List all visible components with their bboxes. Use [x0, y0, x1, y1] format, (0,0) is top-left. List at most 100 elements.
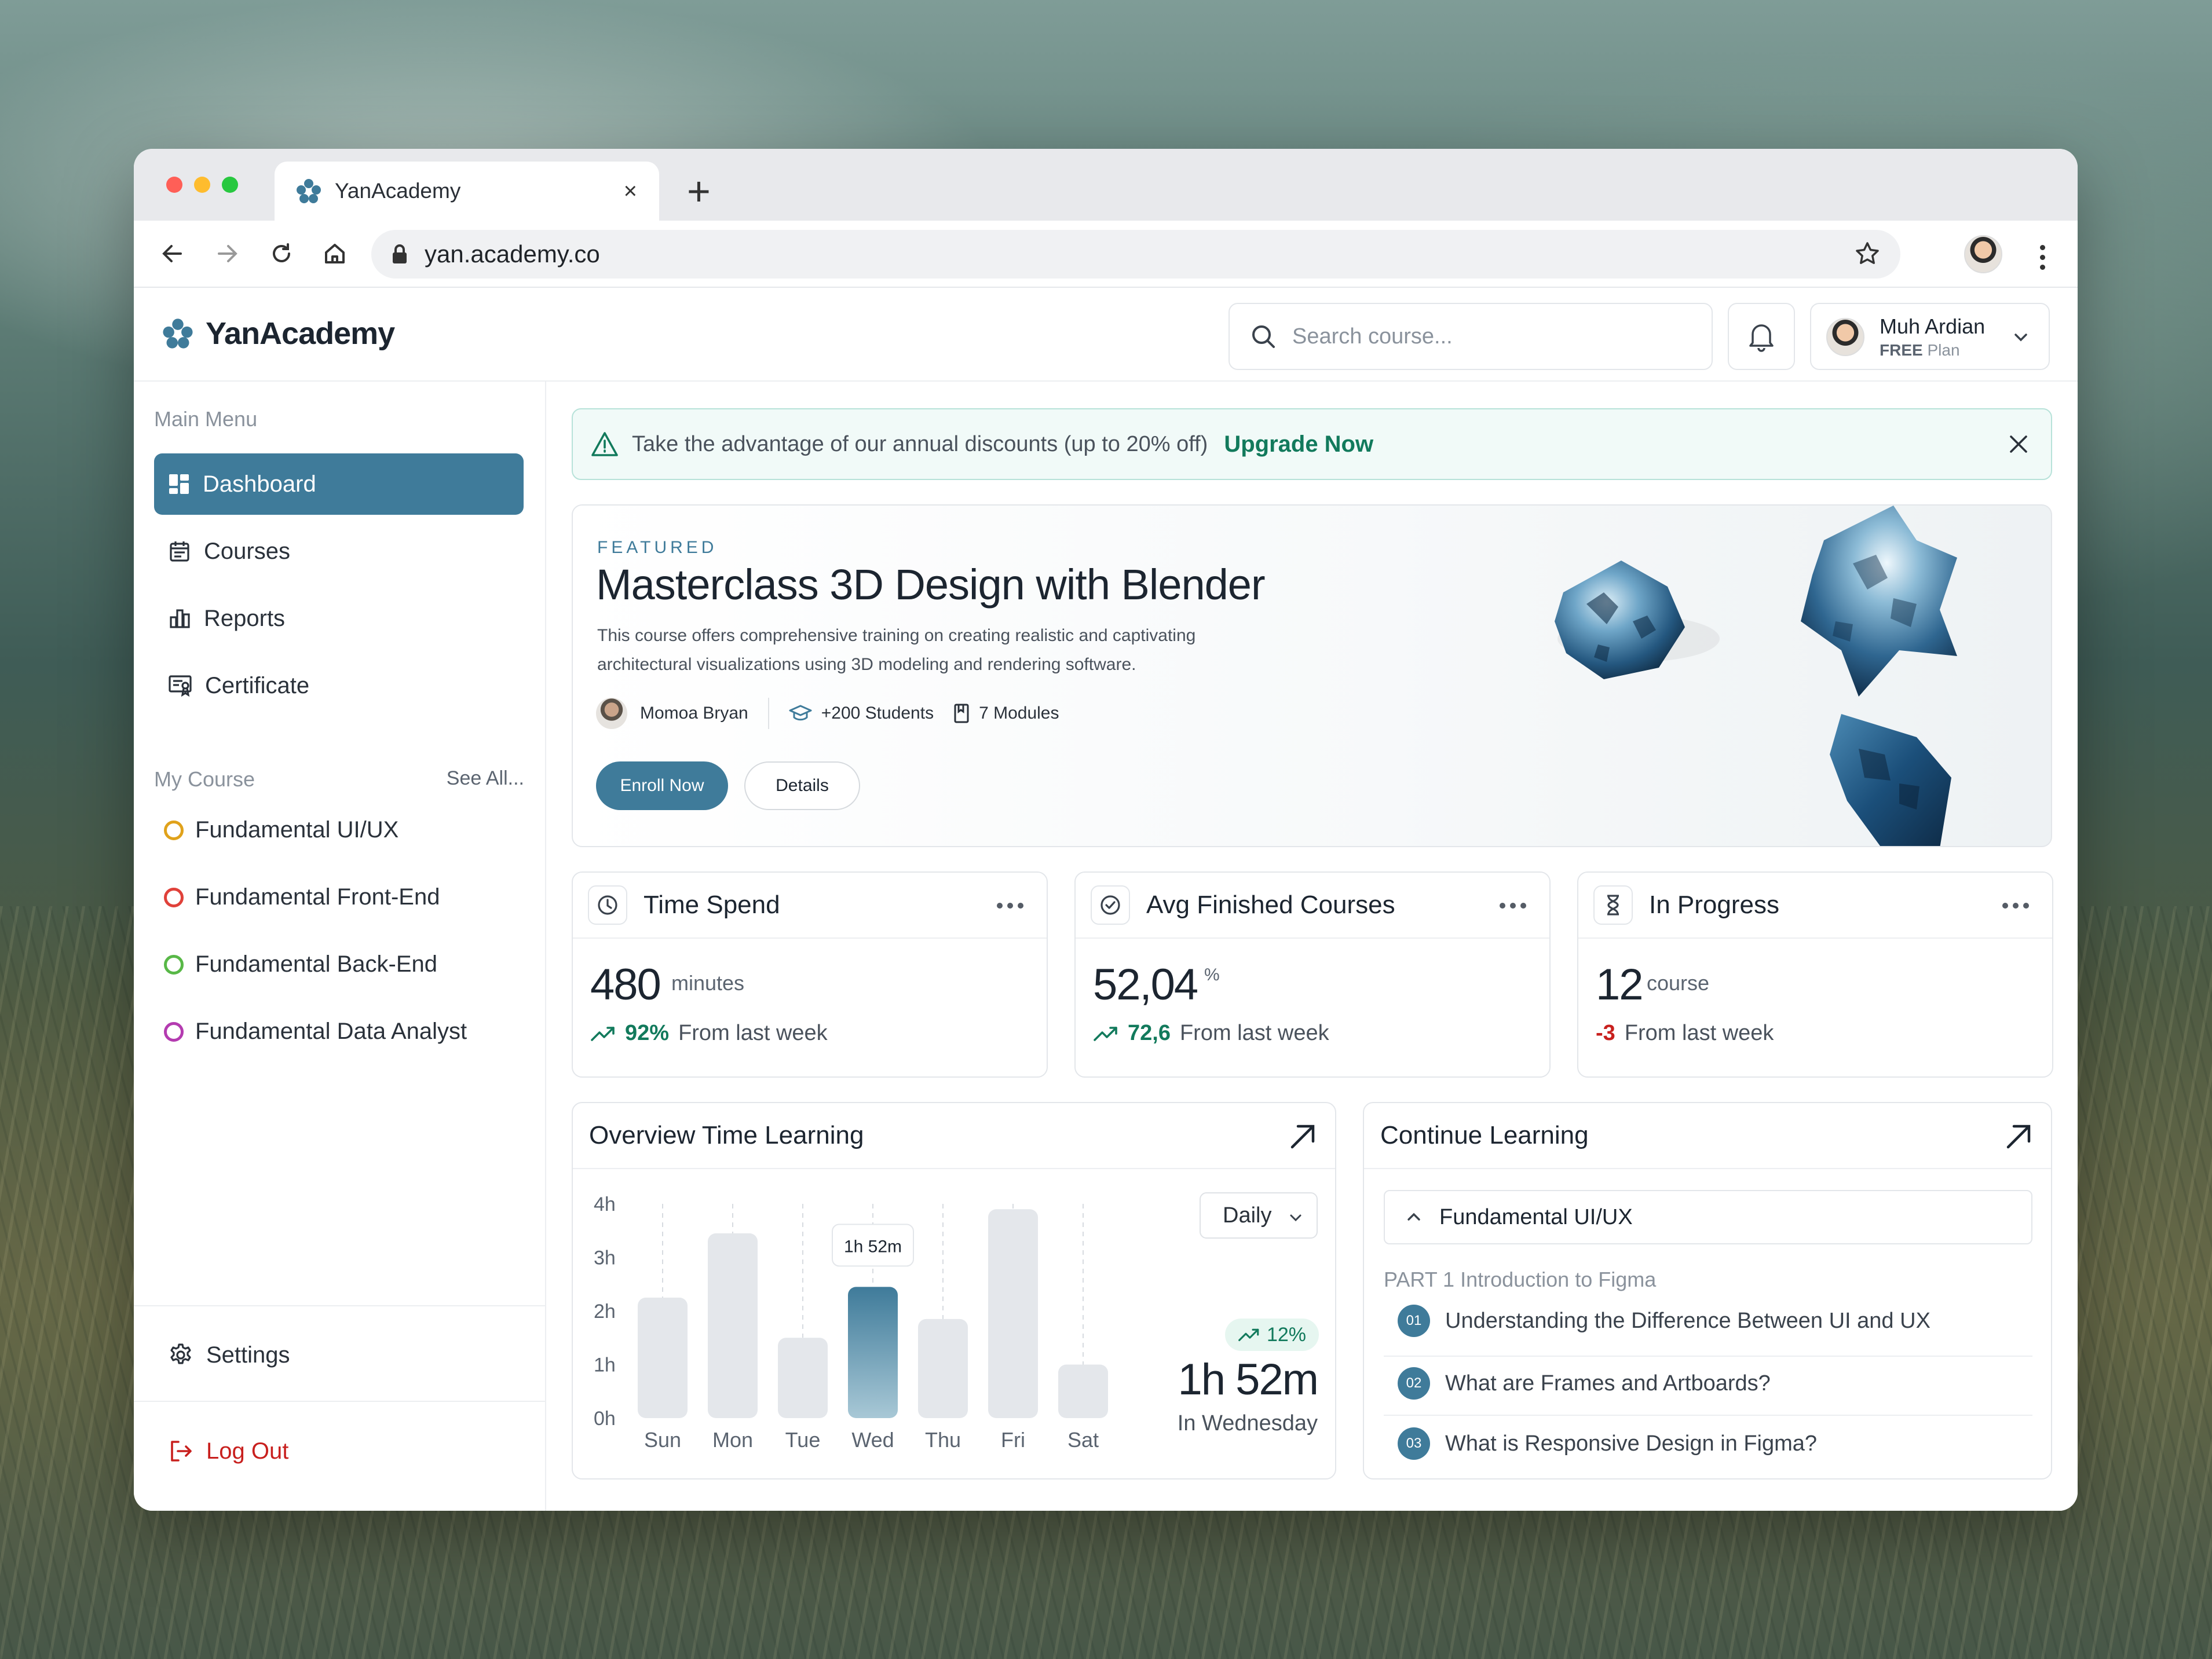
logout-button[interactable]: Log Out — [154, 1420, 524, 1482]
close-window-button[interactable] — [166, 177, 182, 193]
panel-header: Overview Time Learning — [573, 1103, 1335, 1169]
stat-trend: 92% From last week — [590, 1021, 828, 1046]
featured-description: This course offers comprehensive trainin… — [597, 626, 1196, 674]
my-course-label: Fundamental UI/UX — [195, 817, 399, 843]
forward-icon[interactable] — [210, 237, 244, 270]
app: YanAcademy Search course... Muh Ardian F… — [134, 288, 2078, 1511]
bell-icon — [1749, 324, 1774, 352]
period-select[interactable]: Daily — [1200, 1192, 1318, 1239]
stat-card-time-spend: Time Spend 480 minutes 92% From last wee… — [572, 871, 1048, 1078]
panel-title: Continue Learning — [1380, 1121, 1589, 1149]
panel-header: Continue Learning — [1364, 1103, 2051, 1169]
bar — [778, 1338, 828, 1418]
x-tick-label: Fri — [1001, 1428, 1025, 1452]
lesson-item[interactable]: 01 Understanding the Difference Between … — [1398, 1305, 1931, 1337]
instructor-name: Momoa Bryan — [640, 704, 748, 723]
chevron-up-icon — [1407, 1213, 1420, 1221]
see-all-link[interactable]: See All... — [447, 767, 524, 790]
home-icon[interactable] — [318, 237, 352, 270]
logo-text: YanAcademy — [206, 316, 395, 351]
calendar-icon — [170, 541, 189, 562]
students-count: +200 Students — [789, 704, 934, 723]
trend-up-icon — [1094, 1026, 1117, 1041]
address-bar[interactable]: yan.academy.co — [371, 230, 1900, 279]
instructor-avatar — [596, 698, 627, 729]
y-tick-label: 1h — [594, 1354, 616, 1376]
featured-3d-illustration — [1555, 506, 1957, 846]
user-name: Muh Ardian — [1880, 314, 1986, 338]
banner-text: Take the advantage of our annual discoun… — [632, 431, 1208, 456]
upgrade-now-link[interactable]: Upgrade Now — [1224, 431, 1373, 457]
dashboard-icon — [169, 474, 189, 494]
my-course-label: Fundamental Data Analyst — [195, 1019, 467, 1044]
arrow-up-right-icon[interactable] — [2002, 1120, 2035, 1153]
logo-icon — [163, 318, 193, 349]
stat-unit: minutes — [671, 971, 745, 995]
more-options-icon[interactable] — [1500, 903, 1526, 909]
hourglass-icon — [1593, 885, 1633, 925]
warning-icon — [591, 432, 618, 456]
change-badge: 12% — [1225, 1319, 1319, 1351]
lock-icon — [393, 244, 407, 263]
trend-up-icon — [591, 1026, 615, 1041]
browser-profile-avatar[interactable] — [1964, 235, 2002, 273]
my-course-item[interactable]: Fundamental Data Analyst — [164, 1019, 467, 1045]
x-tick-label: Mon — [712, 1428, 753, 1452]
lesson-number: 01 — [1398, 1305, 1430, 1337]
my-course-item[interactable]: Fundamental Front-End — [164, 884, 440, 910]
bar — [988, 1209, 1038, 1418]
browser-window: YanAcademy × + yan.academy.co YanAcademy… — [134, 149, 2078, 1511]
x-tick-label: Wed — [851, 1428, 894, 1452]
sidebar-item-dashboard[interactable]: Dashboard — [154, 453, 524, 515]
my-course-item[interactable]: Fundamental UI/UX — [164, 817, 398, 843]
change-value: 12% — [1266, 1323, 1307, 1346]
chevron-down-icon — [2014, 334, 2027, 342]
search-icon — [1252, 325, 1275, 348]
enroll-now-button[interactable]: Enroll Now — [596, 761, 728, 810]
logo[interactable]: YanAcademy — [162, 316, 395, 351]
sidebar: Main Menu Dashboard Courses Reports Cert… — [134, 382, 546, 1511]
lesson-item[interactable]: 02 What are Frames and Artboards? — [1398, 1367, 1771, 1400]
my-course-item[interactable]: Fundamental Back-End — [164, 951, 437, 977]
browser-menu-icon[interactable] — [2040, 245, 2045, 270]
more-options-icon[interactable] — [2002, 903, 2029, 909]
sidebar-item-reports[interactable]: Reports — [154, 588, 524, 649]
sidebar-item-certificate[interactable]: Certificate — [154, 655, 524, 716]
arrow-up-right-icon[interactable] — [1286, 1120, 1319, 1153]
my-course-label: Fundamental Front-End — [195, 884, 440, 910]
back-icon[interactable] — [156, 237, 189, 270]
bookmark-star-icon[interactable] — [1854, 240, 1881, 267]
featured-eyebrow: FEATURED — [597, 538, 718, 557]
graduation-cap-icon — [789, 705, 812, 721]
stat-title: Avg Finished Courses — [1146, 891, 1395, 919]
settings-label: Settings — [206, 1342, 290, 1368]
url-text: yan.academy.co — [425, 240, 600, 268]
details-button[interactable]: Details — [744, 761, 860, 810]
settings-button[interactable]: Settings — [154, 1324, 524, 1386]
my-course-label: Fundamental Back-End — [195, 951, 438, 977]
notifications-button[interactable] — [1728, 303, 1795, 370]
user-menu[interactable]: Muh Ardian FREE Plan — [1810, 303, 2050, 370]
minimize-window-button[interactable] — [194, 177, 210, 193]
logout-icon — [171, 1441, 192, 1462]
sidebar-item-label: Certificate — [205, 672, 310, 698]
course-accordion-header[interactable]: Fundamental UI/UX — [1384, 1190, 2032, 1244]
app-header: YanAcademy Search course... Muh Ardian F… — [134, 288, 2078, 382]
sidebar-item-courses[interactable]: Courses — [154, 521, 524, 582]
stat-card-header: Avg Finished Courses — [1076, 873, 1549, 939]
tab-close-icon[interactable]: × — [624, 178, 637, 204]
new-tab-button[interactable]: + — [687, 171, 711, 211]
maximize-window-button[interactable] — [222, 177, 238, 193]
browser-tab[interactable]: YanAcademy × — [275, 162, 659, 221]
search-input[interactable]: Search course... — [1229, 303, 1713, 370]
close-icon[interactable] — [2006, 431, 2031, 457]
reload-icon[interactable] — [265, 237, 298, 270]
tab-title: YanAcademy — [335, 179, 461, 203]
modules-text: 7 Modules — [979, 704, 1059, 723]
lesson-item[interactable]: 03 What is Responsive Design in Figma? — [1398, 1427, 1817, 1460]
bar-chart: 4h 3h 2h 1h 0h Sun Mon Tue Wed 1h 52m Thu Fri Sat — [594, 1193, 1108, 1452]
lesson-number: 03 — [1398, 1427, 1430, 1460]
x-tick-label: Thu — [925, 1428, 961, 1452]
more-options-icon[interactable] — [997, 903, 1023, 909]
user-avatar — [1826, 318, 1864, 356]
